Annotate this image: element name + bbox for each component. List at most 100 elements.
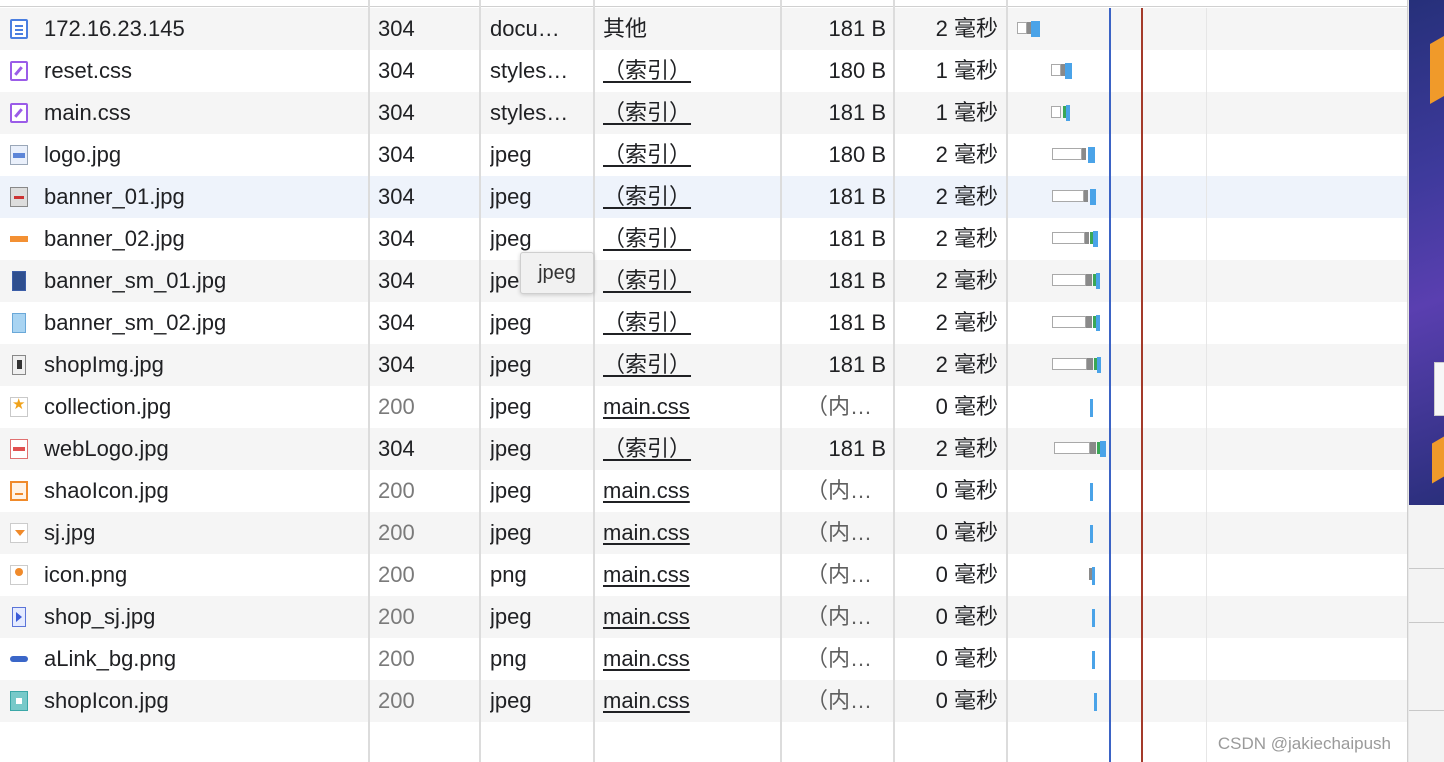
transfer-size: 180 B [828,142,887,167]
waterfall-queue-bar [1052,190,1084,202]
table-row[interactable]: shop_sj.jpg 200 jpeg main.css （内… 0 毫秒 [0,596,1407,638]
waterfall-download-bar [1090,525,1093,543]
request-type: styles… [490,100,569,125]
request-type: png [490,646,527,671]
duration: 0 毫秒 [935,604,998,629]
initiator-link[interactable]: （索引） [603,302,775,344]
header-divider [0,6,1407,7]
divider [1409,710,1444,711]
request-name: banner_01.jpg [44,184,185,209]
waterfall-queue-bar [1052,232,1085,244]
column-divider-type[interactable] [593,0,595,762]
status-code: 200 [378,604,415,629]
request-type: jpeg [490,688,532,713]
initiator-link[interactable]: （索引） [603,428,775,470]
duration: 0 毫秒 [935,478,998,503]
request-type: jpeg [490,478,532,503]
duration: 2 毫秒 [935,142,998,167]
initiator-link[interactable]: （索引） [603,176,775,218]
initiator-link[interactable]: main.css [603,596,775,638]
page-preview-decoration [1432,436,1444,484]
image-thumbnail-icon [12,313,26,333]
waterfall-queue-bar [1017,22,1027,34]
table-row[interactable]: banner_02.jpg 304 jpeg （索引） 181 B 2 毫秒 [0,218,1407,260]
status-code: 304 [378,16,415,41]
transfer-size: 181 B [828,100,887,125]
table-row[interactable]: icon.png 200 png main.css （内… 0 毫秒 [0,554,1407,596]
request-name: shopIcon.jpg [44,688,169,713]
document-icon [10,19,28,39]
scrollbar-thumb[interactable] [1434,362,1444,416]
table-row[interactable]: banner_01.jpg 304 jpeg （索引） 181 B 2 毫秒 [0,176,1407,218]
initiator-link[interactable]: （索引） [603,218,775,260]
status-code: 304 [378,226,415,251]
request-type: jpeg [490,142,532,167]
waterfall-download-bar [1065,63,1072,79]
request-name: banner_sm_02.jpg [44,310,227,335]
column-divider-time[interactable] [1006,0,1008,762]
waterfall-download-bar [1031,21,1040,37]
transfer-size: 181 B [828,16,887,41]
request-name: icon.png [44,562,128,587]
waterfall-download-bar [1093,231,1098,247]
duration: 0 毫秒 [935,688,998,713]
table-row[interactable]: aLink_bg.png 200 png main.css （内… 0 毫秒 [0,638,1407,680]
initiator-link[interactable]: main.css [603,512,775,554]
table-row[interactable]: sj.jpg 200 jpeg main.css （内… 0 毫秒 [0,512,1407,554]
request-name: logo.jpg [44,142,122,167]
waterfall-download-bar [1094,693,1097,711]
duration: 0 毫秒 [935,394,998,419]
initiator-link[interactable]: （索引） [603,50,775,92]
watermark: CSDN @jakiechaipush [1217,734,1391,753]
status-code: 200 [378,562,415,587]
table-row[interactable]: logo.jpg 304 jpeg （索引） 180 B 2 毫秒 [0,134,1407,176]
table-row[interactable]: webLogo.jpg 304 jpeg （索引） 181 B 2 毫秒 [0,428,1407,470]
image-thumbnail-icon [10,649,28,669]
request-name: collection.jpg [44,394,172,419]
table-row[interactable]: shaoIcon.jpg 200 jpeg main.css （内… 0 毫秒 [0,470,1407,512]
column-divider-name[interactable] [368,0,370,762]
arrow-thumbnail-icon [10,523,28,543]
table-row[interactable]: 172.16.23.145 304 docu… 其他 181 B 2 毫秒 [0,8,1407,50]
waterfall-queue-bar [1052,316,1086,328]
column-divider-size[interactable] [893,0,895,762]
initiator-link[interactable]: main.css [603,554,775,596]
status-code: 304 [378,310,415,335]
waterfall-wait-bar [1084,190,1088,202]
status-code: 200 [378,394,415,419]
initiator-link[interactable]: main.css [603,386,775,428]
image-thumbnail-icon [10,229,28,249]
duration: 0 毫秒 [935,646,998,671]
stylesheet-icon [10,103,28,123]
duration: 2 毫秒 [935,16,998,41]
table-row[interactable]: shopImg.jpg 304 jpeg （索引） 181 B 2 毫秒 [0,344,1407,386]
table-row[interactable]: main.css 304 styles… （索引） 181 B 1 毫秒 [0,92,1407,134]
waterfall-wait-bar [1090,442,1096,454]
initiator-link[interactable]: main.css [603,680,775,722]
transfer-size: 180 B [828,58,887,83]
initiator-link[interactable]: （索引） [603,260,775,302]
request-name: reset.css [44,58,133,83]
domcontentloaded-marker [1109,8,1111,762]
request-name: webLogo.jpg [44,436,169,461]
initiator-link[interactable]: main.css [603,470,775,512]
column-divider-status[interactable] [479,0,481,762]
request-type: jpeg [490,352,532,377]
duration: 2 毫秒 [935,436,998,461]
side-panel-lower [1409,505,1444,762]
table-row[interactable]: collection.jpg 200 jpeg main.css （内… 0 毫… [0,386,1407,428]
table-row[interactable]: reset.css 304 styles… （索引） 180 B 1 毫秒 [0,50,1407,92]
table-row[interactable]: banner_sm_02.jpg 304 jpeg （索引） 181 B 2 毫… [0,302,1407,344]
stylesheet-icon [10,61,28,81]
duration: 0 毫秒 [935,562,998,587]
table-row[interactable]: shopIcon.jpg 200 jpeg main.css （内… 0 毫秒 [0,680,1407,722]
column-divider-initiator[interactable] [780,0,782,762]
initiator-link[interactable]: main.css [603,638,775,680]
initiator-link[interactable]: （索引） [603,134,775,176]
table-row[interactable]: banner_sm_01.jpg 304 jpeg （索引） 181 B 2 毫… [0,260,1407,302]
duration: 0 毫秒 [935,520,998,545]
waterfall-download-bar [1097,357,1101,373]
cart-thumbnail-icon [10,481,28,501]
initiator-link[interactable]: （索引） [603,92,775,134]
initiator-link[interactable]: （索引） [603,344,775,386]
